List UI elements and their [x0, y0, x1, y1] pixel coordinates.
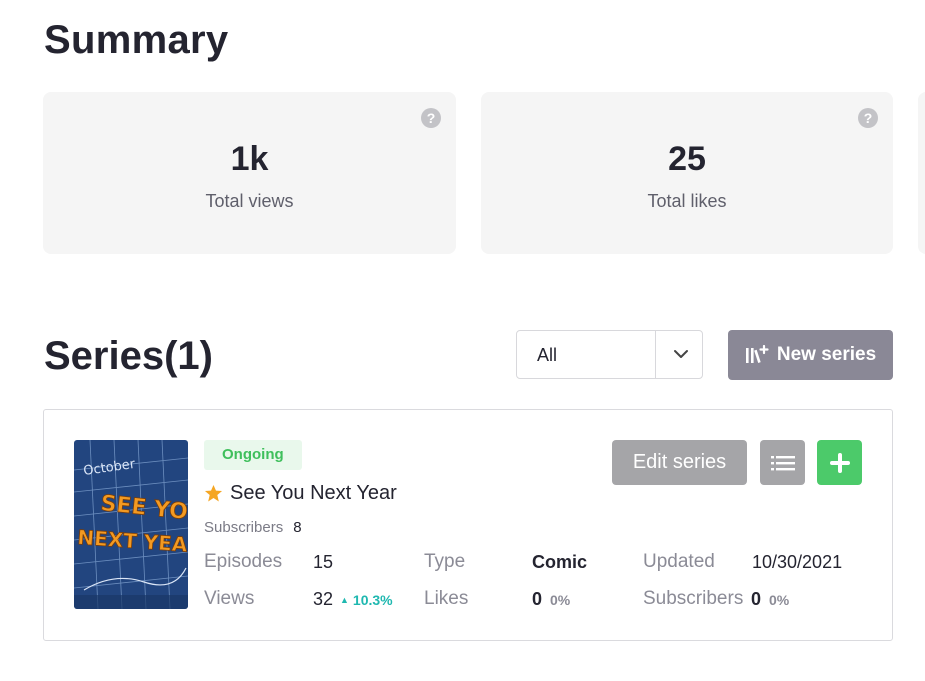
total-views-label: Total views	[205, 191, 294, 211]
likes-label: Likes	[424, 588, 469, 609]
help-icon[interactable]: ?	[421, 108, 441, 128]
summary-title: Summary	[44, 18, 229, 62]
filter-selected-value: All	[537, 345, 558, 365]
status-badge: Ongoing	[204, 440, 302, 470]
chevron-down-icon	[674, 350, 688, 358]
views-delta-value: 10.3%	[352, 592, 393, 608]
overflow-card	[918, 92, 925, 254]
total-views-card: ? 1k Total views	[43, 92, 456, 254]
episodes-label: Episodes	[204, 551, 283, 572]
new-series-button[interactable]: New series	[728, 330, 893, 380]
views-label: Views	[204, 588, 255, 609]
updated-label: Updated	[643, 551, 715, 572]
likes-pct: 0%	[550, 592, 571, 608]
subscribers-value: 8	[293, 519, 302, 536]
series-title: Series(1)	[44, 334, 213, 378]
episodes-value: 15	[313, 552, 334, 572]
library-icon	[745, 345, 769, 363]
series-cover-image[interactable]: October SEE YOU NEXT YEAR	[74, 440, 188, 609]
type-label: Type	[424, 551, 466, 572]
series-filter-select[interactable]: All	[516, 330, 703, 379]
series-card: October SEE YOU NEXT YEAR Ongoing See Yo…	[43, 409, 893, 641]
filter-divider	[655, 331, 656, 378]
trend-up-icon: ▲	[340, 595, 349, 605]
series-name: See You Next Year	[230, 482, 397, 504]
subs-stat-label: Subscribers	[643, 588, 744, 609]
views-delta: ▲ 10.3%	[340, 592, 393, 608]
views-value: 32	[313, 589, 334, 609]
subscribers-row: Subscribers 8	[204, 519, 302, 536]
total-views-value: 1k	[230, 140, 269, 178]
total-likes-label: Total likes	[647, 191, 727, 211]
subs-stat-value: 0	[751, 589, 762, 609]
plus-icon	[829, 452, 850, 473]
help-icon[interactable]: ?	[858, 108, 878, 128]
updated-value: 10/30/2021	[752, 552, 843, 572]
edit-series-button[interactable]: Edit series	[612, 440, 747, 485]
type-value: Comic	[532, 552, 588, 572]
subscribers-label: Subscribers	[204, 519, 284, 536]
total-likes-card: ? 25 Total likes	[481, 92, 893, 254]
subs-pct: 0%	[769, 592, 790, 608]
dashboard-page: Summary ? 1k Total views ? 25 Total like…	[0, 0, 925, 681]
likes-value: 0	[532, 589, 543, 609]
star-icon	[204, 484, 223, 502]
series-name-row[interactable]: See You Next Year	[204, 482, 397, 505]
list-icon	[770, 455, 795, 470]
episode-list-button[interactable]	[760, 440, 805, 485]
add-episode-button[interactable]	[817, 440, 862, 485]
total-likes-value: 25	[668, 140, 706, 178]
new-series-label: New series	[776, 344, 877, 365]
